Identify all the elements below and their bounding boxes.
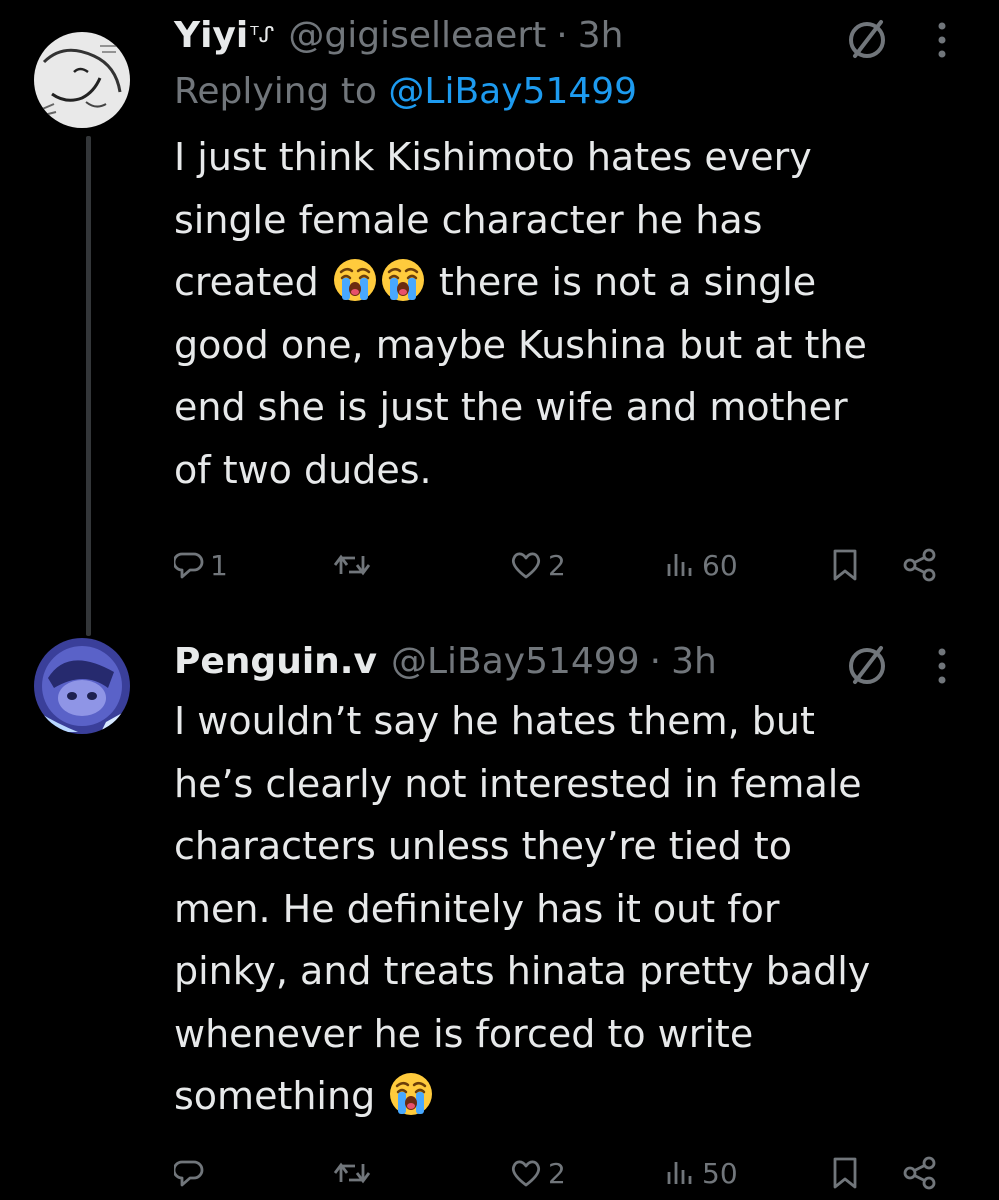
retweet-icon [333, 1162, 371, 1184]
tweet-header: Yiyi ᵀᔑ @gigiselleaert · 3h [174, 8, 959, 64]
like-button[interactable]: 2 [510, 1148, 566, 1198]
views-icon [667, 554, 692, 576]
replying-handle-link[interactable]: @LiBay51499 [388, 71, 637, 112]
reply-button[interactable] [174, 1148, 210, 1198]
tweet-header: Penguin.v @LiBay51499 · 3h [174, 634, 959, 690]
loudly-crying-face-icon [388, 1071, 434, 1117]
tweet[interactable]: Yiyi ᵀᔑ @gigiselleaert · 3h Replying to … [0, 0, 999, 636]
text-line: end she is just the wife and mother [174, 385, 848, 429]
bookmark-button[interactable] [830, 1148, 860, 1198]
loudly-crying-face-icon [380, 257, 426, 303]
share-icon [903, 1156, 936, 1190]
like-icon [511, 1160, 541, 1187]
handle[interactable]: @gigiselleaert [288, 8, 546, 64]
timestamp[interactable]: 3h [671, 634, 717, 690]
retweet-button[interactable] [332, 1148, 378, 1198]
bookmark-icon [833, 549, 857, 581]
text-line: men. He definitely has it out for [174, 886, 780, 931]
loudly-crying-face-icon [332, 257, 378, 303]
like-icon [511, 552, 541, 579]
text-line: good one, maybe Kushina but at the [174, 322, 867, 367]
nosign-icon[interactable] [843, 16, 891, 64]
text-line: pinky, and treats hinata pretty badly [174, 949, 871, 993]
tweet-text: I just think Kishimoto hates every singl… [174, 126, 959, 501]
text-line: I wouldn’t say he hates them, but [174, 699, 815, 743]
views-button[interactable]: 50 [664, 1148, 738, 1198]
text-line: I just think Kishimoto hates every [174, 135, 812, 179]
text-line: single female character he has [174, 197, 763, 242]
text-line: something [174, 1065, 959, 1128]
bookmark-button[interactable] [830, 540, 860, 590]
retweet-button[interactable] [332, 540, 378, 590]
replying-prefix: Replying to [174, 71, 377, 112]
text-segment: something [174, 1074, 388, 1118]
thread-line [86, 136, 91, 636]
handle[interactable]: @LiBay51499 [391, 634, 640, 690]
reply-button[interactable]: 1 [174, 540, 228, 590]
more-icon[interactable] [935, 646, 949, 686]
views-icon [667, 1162, 692, 1184]
bookmark-icon [833, 1157, 857, 1189]
avatar[interactable] [34, 32, 130, 128]
avatar[interactable] [34, 638, 130, 734]
separator: · [556, 15, 568, 56]
views-button[interactable]: 60 [664, 540, 738, 590]
retweet-icon [333, 554, 371, 576]
text-segment: created [174, 260, 331, 304]
view-count: 60 [702, 548, 738, 582]
tweet[interactable]: Penguin.v @LiBay51499 · 3h I wouldn’t sa… [0, 620, 999, 1200]
like-count: 2 [548, 1156, 566, 1190]
separator: · [649, 641, 662, 682]
display-name-suffix: ᵀᔑ [250, 23, 275, 48]
reply-count: 1 [210, 548, 228, 582]
more-icon[interactable] [935, 20, 949, 60]
display-name[interactable]: Yiyi [174, 8, 248, 64]
share-button[interactable] [902, 1148, 938, 1198]
text-segment: there is not a single [426, 260, 817, 304]
share-button[interactable] [902, 540, 938, 590]
text-line: whenever he is forced to write [174, 1011, 754, 1056]
nosign-icon[interactable] [843, 642, 891, 690]
text-line: he’s clearly not interested in female [174, 761, 862, 806]
tweet-actions: 2 50 [174, 1148, 979, 1198]
replying-to: Replying to @LiBay51499 [174, 64, 959, 120]
like-button[interactable]: 2 [510, 540, 566, 590]
tweet-actions: 1 2 60 [174, 540, 979, 590]
text-line: characters unless they’re tied to [174, 824, 792, 868]
reply-icon [174, 1160, 204, 1187]
text-line: of two dudes. [174, 447, 432, 492]
tweet-text: I wouldn’t say he hates them, but he’s c… [174, 690, 959, 1128]
like-count: 2 [548, 548, 566, 582]
reply-icon [174, 552, 204, 579]
view-count: 50 [702, 1156, 738, 1190]
display-name[interactable]: Penguin.v [174, 634, 377, 690]
timestamp[interactable]: 3h [578, 8, 624, 64]
text-line: created there is not a single [174, 251, 959, 314]
share-icon [903, 548, 936, 582]
